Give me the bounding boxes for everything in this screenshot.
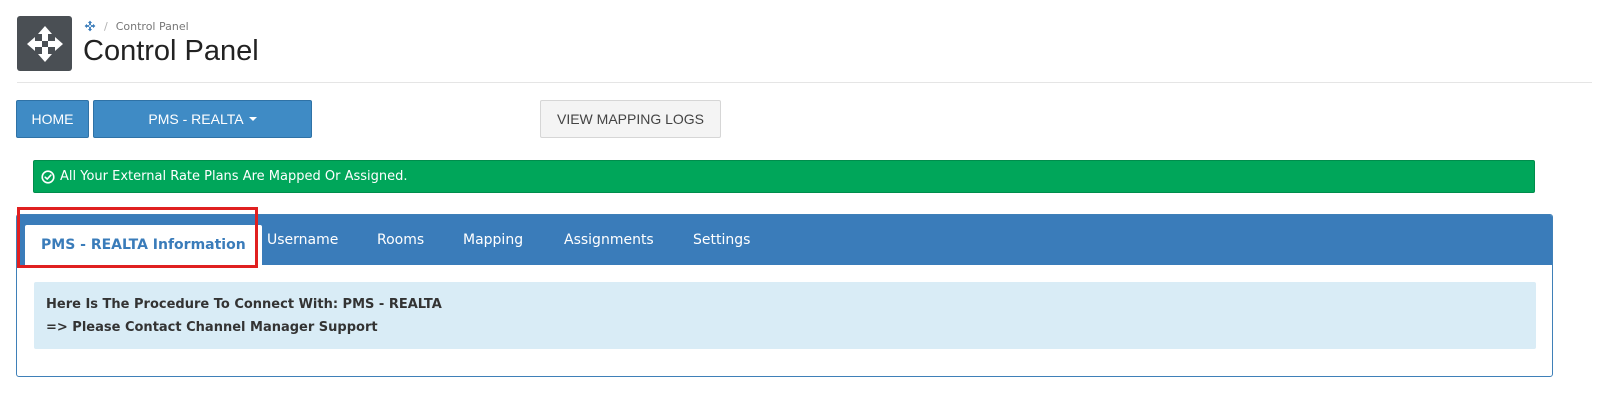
tab-pms-information[interactable]: PMS - REALTA Information bbox=[25, 225, 262, 265]
move-arrows-icon bbox=[17, 16, 72, 71]
tab-label: Username bbox=[267, 232, 339, 248]
tab-settings[interactable]: Settings bbox=[693, 215, 750, 265]
breadcrumb: / Control Panel bbox=[84, 18, 189, 34]
home-button-label: HOME bbox=[31, 111, 74, 127]
caret-down-icon bbox=[248, 117, 257, 121]
tab-bar: PMS - REALTA Information Username Rooms … bbox=[17, 215, 1552, 265]
breadcrumb-separator: / bbox=[104, 19, 108, 33]
info-line-contact: => Please Contact Channel Manager Suppor… bbox=[46, 320, 378, 335]
check-circle-icon bbox=[41, 169, 55, 184]
page-header: / Control Panel Control Panel bbox=[17, 16, 1592, 83]
pms-dropdown-label: PMS - REALTA bbox=[148, 111, 244, 127]
view-mapping-logs-label: VIEW MAPPING LOGS bbox=[556, 111, 705, 127]
page-title: Control Panel bbox=[83, 35, 259, 67]
tabs-panel: PMS - REALTA Information Username Rooms … bbox=[16, 214, 1553, 377]
tab-label: Mapping bbox=[463, 232, 524, 248]
home-button[interactable]: HOME bbox=[16, 100, 89, 138]
tab-mapping[interactable]: Mapping bbox=[463, 215, 523, 265]
success-alert-message: All Your External Rate Plans Are Mapped … bbox=[60, 169, 408, 184]
tab-label: PMS - REALTA Information bbox=[41, 237, 246, 253]
tab-username[interactable]: Username bbox=[267, 215, 338, 265]
move-arrows-icon[interactable] bbox=[84, 20, 96, 32]
success-alert: All Your External Rate Plans Are Mapped … bbox=[33, 160, 1535, 193]
tab-assignments[interactable]: Assignments bbox=[564, 215, 654, 265]
tab-rooms[interactable]: Rooms bbox=[377, 215, 424, 265]
pms-dropdown-button[interactable]: PMS - REALTA bbox=[93, 100, 312, 138]
tab-label: Settings bbox=[693, 232, 751, 248]
info-callout: Here Is The Procedure To Connect With: P… bbox=[34, 282, 1536, 349]
breadcrumb-current: Control Panel bbox=[115, 19, 189, 33]
tab-label: Rooms bbox=[377, 232, 425, 248]
tab-label: Assignments bbox=[564, 232, 654, 248]
view-mapping-logs-button[interactable]: VIEW MAPPING LOGS bbox=[540, 100, 721, 138]
info-line-procedure: Here Is The Procedure To Connect With: P… bbox=[46, 297, 442, 312]
